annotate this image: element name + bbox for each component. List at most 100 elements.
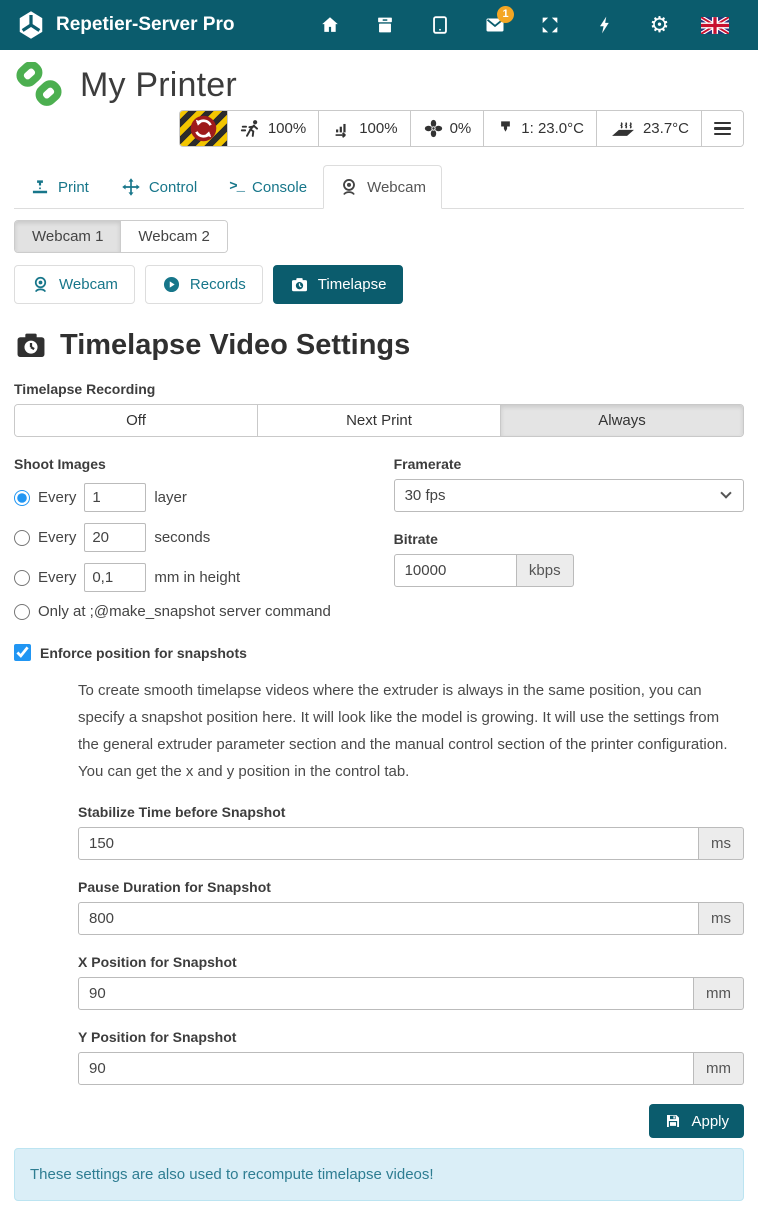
shoot-seconds-input[interactable] [84, 523, 146, 552]
tab-print[interactable]: Print [14, 165, 105, 209]
save-floppy-icon [664, 1112, 682, 1130]
info-alert-text: These settings are also used to recomput… [30, 1166, 434, 1183]
gear-icon: ⚙ [650, 14, 670, 36]
messages-button[interactable]: 1 [467, 0, 522, 50]
extruder-temp-value: 1: 23.0°C [521, 120, 584, 137]
power-bolt-icon [595, 14, 615, 36]
timelapse-view-button[interactable]: Timelapse [273, 265, 404, 304]
webcam-view-button[interactable]: Webcam [14, 265, 135, 304]
printer-icon [30, 177, 50, 197]
recording-mode-control: Off Next Print Always [14, 404, 744, 437]
stabilize-time-input[interactable] [78, 827, 699, 860]
shoot-layer-input[interactable] [84, 483, 146, 512]
extruder-nozzle-icon [496, 119, 515, 138]
extruder-temp-status[interactable]: 1: 23.0°C [483, 111, 596, 146]
bed-temp-status[interactable]: 23.7°C [596, 111, 701, 146]
tablet-icon [429, 14, 451, 36]
shoot-images-label: Shoot Images [14, 456, 374, 472]
snapshot-description: To create smooth timelapse videos where … [78, 677, 744, 785]
y-position-input[interactable] [78, 1052, 694, 1085]
shoot-layer-radio[interactable] [14, 490, 30, 506]
fullscreen-button[interactable] [522, 0, 577, 50]
brand[interactable]: Repetier-Server Pro [16, 10, 234, 40]
shoot-option-height: Every mm in height [14, 563, 374, 592]
stabilize-time-unit: ms [699, 827, 744, 860]
print-queue-icon [374, 14, 396, 36]
section-heading: Timelapse Video Settings [14, 328, 744, 362]
timelapse-camera-icon [290, 275, 309, 294]
language-flag-icon [701, 17, 729, 34]
pause-duration-group: ms [78, 902, 744, 935]
enforce-position-row: Enforce position for snapshots [14, 644, 744, 661]
shoot-option-seconds: Every seconds [14, 523, 374, 552]
recording-next-print-option[interactable]: Next Print [257, 405, 500, 436]
pause-duration-input[interactable] [78, 902, 699, 935]
settings-button[interactable]: ⚙ [632, 0, 687, 50]
framerate-select[interactable]: 30 fps [394, 479, 744, 512]
speed-status[interactable]: 100% [227, 111, 318, 146]
messages-count-badge: 1 [497, 6, 514, 23]
tab-control-label: Control [149, 179, 197, 196]
framerate-label: Framerate [394, 456, 744, 472]
shoot-option-command: Only at ;@make_snapshot server command [14, 603, 374, 620]
y-position-label: Y Position for Snapshot [78, 1029, 744, 1045]
x-position-input[interactable] [78, 977, 694, 1010]
webcam-view-label: Webcam [59, 276, 118, 293]
flow-status[interactable]: 100% [318, 111, 409, 146]
recording-off-option[interactable]: Off [15, 405, 257, 436]
shoot-seconds-suffix: seconds [154, 529, 210, 546]
y-position-unit: mm [694, 1052, 744, 1085]
webcam-2-button[interactable]: Webcam 2 [120, 221, 226, 252]
shoot-command-radio[interactable] [14, 604, 30, 620]
info-alert: These settings are also used to recomput… [14, 1148, 744, 1201]
shoot-command-label: Only at ;@make_snapshot server command [38, 603, 331, 620]
shoot-height-prefix: Every [38, 569, 76, 586]
move-arrows-icon [121, 177, 141, 197]
print-queue-button[interactable] [357, 0, 412, 50]
records-view-label: Records [190, 276, 246, 293]
language-button[interactable] [687, 0, 742, 50]
apply-button[interactable]: Apply [649, 1104, 744, 1138]
shoot-height-radio[interactable] [14, 570, 30, 586]
shoot-height-input[interactable] [84, 563, 146, 592]
play-circle-icon [162, 275, 181, 294]
fan-status[interactable]: 0% [410, 111, 484, 146]
records-view-button[interactable]: Records [145, 265, 263, 304]
tab-webcam[interactable]: Webcam [323, 165, 442, 209]
brand-title: Repetier-Server Pro [56, 14, 234, 36]
x-position-unit: mm [694, 977, 744, 1010]
printer-menu-button[interactable] [701, 111, 743, 146]
webcam-view-buttons: Webcam Records Timelapse [14, 265, 744, 304]
link-chain-icon [14, 62, 64, 108]
emergency-stop-button[interactable] [180, 111, 227, 146]
tab-console[interactable]: >_ Console [213, 165, 323, 209]
speed-runner-icon [240, 118, 262, 140]
power-button[interactable] [577, 0, 632, 50]
printer-status-bar: 100% 100% [179, 110, 744, 147]
enforce-position-label[interactable]: Enforce position for snapshots [40, 645, 247, 661]
shoot-layer-prefix: Every [38, 489, 76, 506]
recording-always-option[interactable]: Always [500, 405, 743, 436]
shoot-seconds-radio[interactable] [14, 530, 30, 546]
bitrate-unit: kbps [517, 554, 574, 587]
flow-bars-icon [331, 118, 353, 140]
webcam-selector: Webcam 1 Webcam 2 [14, 220, 228, 253]
webcam-icon [339, 177, 359, 197]
timelapse-view-label: Timelapse [318, 276, 387, 293]
stabilize-time-group: ms [78, 827, 744, 860]
printer-header: My Printer [14, 62, 744, 108]
top-navbar: Repetier-Server Pro 1 ⚙ [0, 0, 758, 50]
webcam-1-button[interactable]: Webcam 1 [15, 221, 120, 252]
bitrate-input[interactable] [394, 554, 517, 587]
shoot-height-suffix: mm in height [154, 569, 240, 586]
home-button[interactable] [302, 0, 357, 50]
fan-icon [423, 118, 444, 139]
touch-ui-button[interactable] [412, 0, 467, 50]
recording-mode-label: Timelapse Recording [14, 381, 744, 397]
tab-control[interactable]: Control [105, 165, 213, 209]
tab-print-label: Print [58, 179, 89, 196]
stabilize-time-label: Stabilize Time before Snapshot [78, 804, 744, 820]
fan-value: 0% [450, 120, 472, 137]
enforce-position-checkbox[interactable] [14, 644, 31, 661]
apply-label: Apply [691, 1113, 729, 1130]
